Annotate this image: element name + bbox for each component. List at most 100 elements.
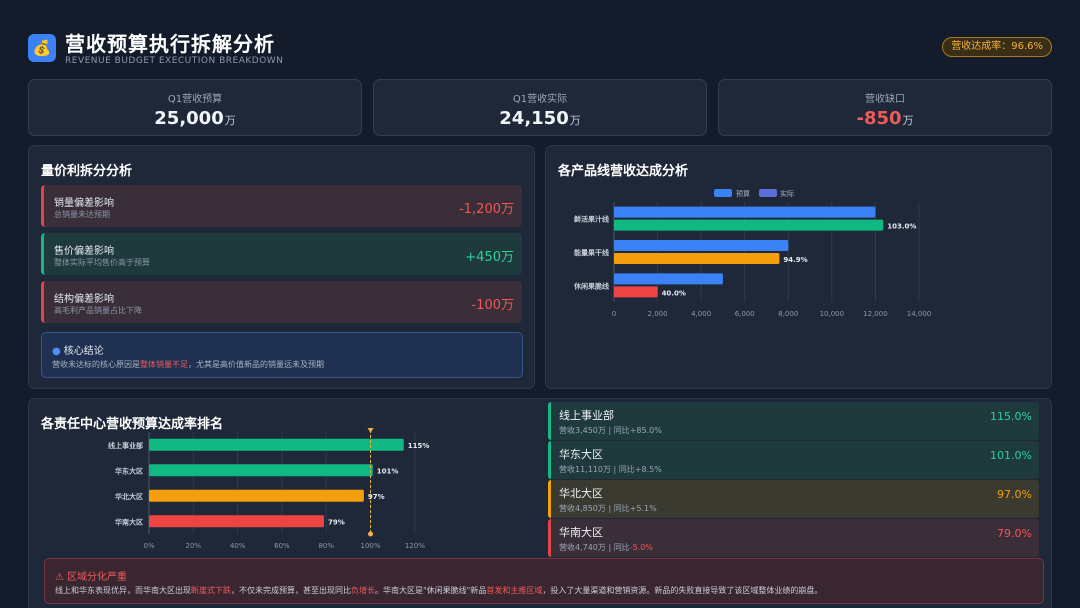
x-tick-label: 0%: [143, 542, 154, 550]
bar-actual: [614, 286, 658, 298]
data-label: 115%: [408, 442, 430, 450]
center-rate: 79.0%: [997, 527, 1032, 540]
kpi-label: Q1营收预算: [167, 94, 223, 105]
center-rate: 115.0%: [990, 410, 1032, 423]
center-ranking-chart: 0% 20% 40% 60% 80% 100% 120% 线上事业部 115% 华东大区 101% 华…: [108, 424, 430, 550]
regional-divergence-alert: ⚠ 区域分化严重 线上和华东表现优异，而华南大区出现断崖式下跌，不仅未完成预算，甚…: [44, 558, 1044, 604]
category-label: 鲜活果汁线: [574, 215, 609, 224]
x-tick-label: 60%: [274, 542, 290, 550]
center-sub: 营收4,850万 | 同比+5.1%: [559, 504, 657, 513]
category-label: 华南大区: [115, 517, 143, 526]
reference-marker-bottom: [368, 531, 374, 537]
center-rate: 97.0%: [997, 488, 1032, 501]
x-tick-label: 8,000: [778, 310, 798, 318]
center-name: 华东大区: [559, 448, 603, 461]
variance-row-volume: 销量偏差影响 总销量未达预期 -1,200万: [41, 185, 522, 227]
legend-swatch-actual: [759, 189, 777, 197]
center-row-online: 线上事业部 营收3,450万 | 同比+85.0% 115.0%: [548, 402, 1039, 440]
revenue-rate-badge: 营收达成率：96.6%: [942, 37, 1052, 57]
bar-actual: [614, 219, 884, 231]
bar-rate: [149, 438, 404, 451]
x-tick-label: 40%: [230, 542, 246, 550]
panel-title: 各产品线营收达成分析: [558, 164, 689, 179]
kpi-card-actual: Q1营收实际 24,150万: [373, 79, 707, 136]
kpi-label: Q1营收实际: [512, 94, 568, 105]
center-name: 线上事业部: [559, 409, 614, 422]
x-tick-label: 14,000: [907, 310, 932, 318]
center-name: 华南大区: [559, 526, 603, 539]
data-label: 79%: [328, 518, 345, 526]
variance-panel: 量价利拆分分析 销量偏差影响 总销量未达预期 -1,200万 售价偏差影响 整体…: [28, 145, 535, 389]
variance-name: 售价偏差影响: [54, 246, 114, 257]
center-row-south: 华南大区 营收4,740万 | 同比-5.0% 79.0%: [548, 519, 1039, 557]
variance-desc: 总销量未达预期: [54, 210, 110, 219]
legend-label: 实际: [780, 189, 794, 198]
x-tick-label: 20%: [186, 542, 202, 550]
product-chart-panel: 各产品线营收达成分析 预算 实际 0 2,000 4,000 6,000 8,000 10,0…: [545, 145, 1052, 389]
x-tick-label: 4,000: [691, 310, 711, 318]
center-sub: 营收3,450万 | 同比+85.0%: [559, 426, 662, 435]
bar-rate: [149, 489, 364, 502]
x-tick-label: 0: [612, 310, 616, 318]
page-title: 营收预算执行拆解分析: [65, 32, 275, 56]
data-label: 40.0%: [662, 289, 686, 297]
variance-desc: 整体实际平均售价高于预算: [54, 258, 150, 267]
category-label: 华北大区: [115, 492, 143, 501]
alert-text: 线上和华东表现优异，而华南大区出现断崖式下跌，不仅未完成预算，甚至出现同比负增长…: [55, 586, 823, 595]
category-label: 能量果干线: [574, 248, 609, 257]
variance-row-mix: 结构偏差影响 高毛利产品销量占比下降 -100万: [41, 281, 522, 323]
kpi-value: 24,150万: [499, 108, 581, 129]
core-conclusion-box: ● 核心结论 营收未达标的核心原因是整体销量不足，尤其是高价值新品的销量远未及预期: [41, 332, 523, 378]
variance-value: -100万: [471, 298, 514, 313]
legend-label: 预算: [736, 189, 750, 198]
center-row-north: 华北大区 营收4,850万 | 同比+5.1% 97.0%: [548, 480, 1039, 518]
warning-icon: ⚠: [55, 572, 64, 583]
center-row-east: 华东大区 营收11,110万 | 同比+8.5% 101.0%: [548, 441, 1039, 479]
x-tick-label: 80%: [318, 542, 334, 550]
reference-marker-top: [367, 428, 374, 433]
center-sub: 营收11,110万 | 同比+8.5%: [559, 465, 662, 474]
page-header: 💰 营收预算执行拆解分析 REVENUE BUDGET EXECUTION BR…: [28, 26, 1052, 70]
bar-budget: [614, 273, 723, 285]
category-label: 休闲果脆线: [573, 281, 609, 290]
panel-title: 量价利拆分分析: [41, 164, 133, 179]
bar-rate: [149, 464, 373, 477]
bar-rate: [149, 515, 325, 528]
alert-title: ⚠ 区域分化严重: [55, 572, 127, 583]
center-name: 华北大区: [559, 487, 603, 500]
bar-budget: [614, 206, 876, 218]
data-label: 101%: [377, 467, 399, 475]
x-tick-label: 10,000: [820, 310, 845, 318]
bar-budget: [614, 240, 789, 251]
variance-value: +450万: [465, 250, 514, 265]
kpi-card-budget: Q1营收预算 25,000万: [28, 79, 362, 136]
page-subtitle: REVENUE BUDGET EXECUTION BREAKDOWN: [65, 56, 284, 66]
variance-value: -1,200万: [459, 202, 514, 217]
data-label: 94.9%: [783, 256, 807, 264]
kpi-value: 25,000万: [154, 108, 236, 129]
bar-actual: [614, 253, 780, 264]
product-line-chart: 预算 实际 0 2,000 4,000 6,000 8,000 10,000 12,000 14,…: [573, 189, 932, 318]
center-sub: 营收4,740万 | 同比-5.0%: [559, 543, 653, 552]
conclusion-title: ● 核心结论: [52, 346, 104, 357]
variance-name: 结构偏差影响: [54, 294, 114, 305]
x-tick-label: 12,000: [863, 310, 888, 318]
x-tick-label: 100%: [361, 542, 381, 550]
variance-name: 销量偏差影响: [54, 198, 114, 209]
variance-row-price: 售价偏差影响 整体实际平均售价高于预算 +450万: [41, 233, 522, 275]
x-tick-label: 120%: [405, 542, 425, 550]
x-tick-label: 2,000: [648, 310, 668, 318]
category-label: 华东大区: [115, 466, 143, 475]
money-bag-icon: 💰: [28, 34, 56, 62]
x-tick-label: 6,000: [735, 310, 755, 318]
variance-desc: 高毛利产品销量占比下降: [54, 306, 142, 315]
pin-icon: ●: [52, 346, 61, 357]
kpi-value: -850万: [856, 108, 914, 129]
kpi-label: 营收缺口: [865, 94, 905, 105]
kpi-card-gap: 营收缺口 -850万: [718, 79, 1052, 136]
data-label: 103.0%: [887, 223, 916, 231]
category-label: 线上事业部: [108, 441, 143, 450]
center-rate: 101.0%: [990, 449, 1032, 462]
reference-label: ~~~: [362, 424, 380, 428]
conclusion-text: 营收未达标的核心原因是整体销量不足，尤其是高价值新品的销量远未及预期: [52, 360, 324, 369]
